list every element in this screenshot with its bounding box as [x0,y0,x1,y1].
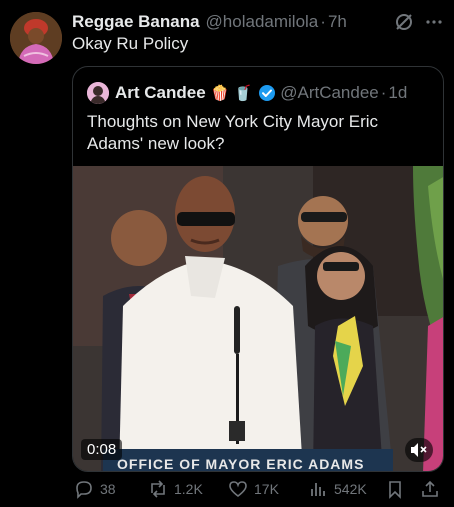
bookmark-icon [389,481,401,499]
reply-button[interactable]: 38 [74,478,116,500]
quote-author-handle[interactable]: @ArtCandee [280,83,379,103]
reply-count: 38 [100,481,116,497]
verified-badge-icon [259,85,276,101]
video-player[interactable]: 0:08 OFFICE OF MAYOR ERIC ADAMS [73,166,443,472]
separator-dot: · [320,12,326,31]
speaker-muted-icon [411,443,427,457]
tweet-text: Okay Ru Policy [72,34,189,53]
repost-icon [151,480,165,498]
tweet-time[interactable]: 7h [328,12,347,32]
repost-button[interactable]: 1.2K [148,478,203,500]
quote-header: Art Candee 🍿 🥤 @ArtCandee · 1d [87,81,407,105]
bookmark-button[interactable] [385,478,411,500]
author-name[interactable]: Reggae Banana [72,12,200,32]
author-handle[interactable]: @holadamilola [206,12,319,32]
share-button[interactable] [420,478,446,500]
reply-icon [76,481,92,499]
author-avatar[interactable] [10,12,62,64]
like-button[interactable]: 17K [228,478,279,500]
mute-button[interactable] [405,438,433,462]
repost-count: 1.2K [174,481,203,497]
views-button[interactable]: 542K [308,478,367,500]
quote-author-name[interactable]: Art Candee [115,83,206,103]
quote-separator-dot: · [380,83,387,102]
grok-icon[interactable] [394,12,414,32]
quote-text: Thoughts on New York City Mayor Eric Ada… [87,112,379,153]
quote-author-avatar[interactable] [87,82,109,104]
action-bar: 38 1.2K 17K 542K [72,476,444,502]
more-icon[interactable] [424,12,444,32]
quoted-tweet[interactable]: Art Candee 🍿 🥤 @ArtCandee · 1d Thoughts … [72,66,444,472]
share-icon [422,480,438,497]
quote-author-emojis: 🍿 🥤 [210,85,253,102]
heart-icon [229,481,247,498]
quote-time[interactable]: 1d [388,83,407,103]
podium-banner-text: OFFICE OF MAYOR ERIC ADAMS [117,456,365,472]
views-chart-icon [311,483,325,496]
views-count: 542K [334,481,367,497]
video-frame [73,166,443,471]
like-count: 17K [254,481,279,497]
